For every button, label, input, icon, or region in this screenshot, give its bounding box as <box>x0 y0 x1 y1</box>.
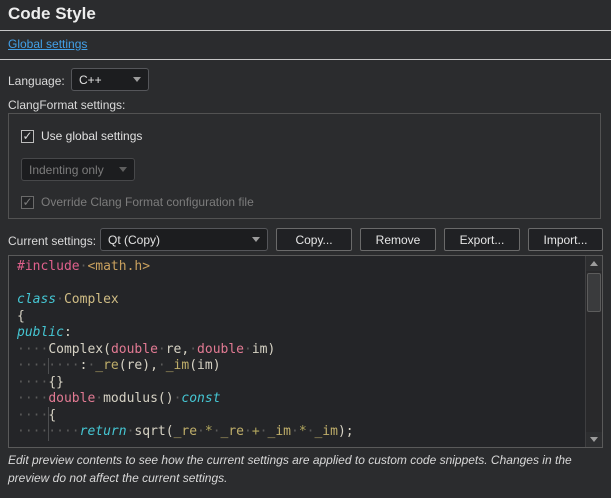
link-divider <box>0 59 611 60</box>
vertical-scrollbar[interactable] <box>585 256 602 447</box>
current-settings-value: Qt (Copy) <box>108 233 160 247</box>
code-line: #include·<math.h> <box>17 259 585 276</box>
code-token: ···· <box>17 408 48 423</box>
scrollbar-thumb[interactable] <box>587 273 601 312</box>
code-line: ········:·_re(re),·_im(im) <box>17 358 585 375</box>
code-token: · <box>244 424 252 439</box>
indent-guide <box>48 407 49 441</box>
checkbox-checked-icon: ✓ <box>21 130 34 143</box>
code-token: · <box>197 424 205 439</box>
code-editor-content[interactable]: #include·<math.h>class·Complex{public:··… <box>9 256 585 447</box>
code-style-settings-page: Code Style Global settings Language: C++… <box>0 0 611 498</box>
code-token: : <box>64 325 72 340</box>
code-token: (im) <box>189 358 220 373</box>
code-token: ···· <box>17 391 48 406</box>
checkbox-checked-icon: ✓ <box>21 196 34 209</box>
code-token: return <box>80 424 127 439</box>
code-token: double <box>197 342 244 357</box>
code-token: const <box>181 391 220 406</box>
code-token: _im <box>314 424 337 439</box>
code-token: <math.h> <box>87 259 150 274</box>
code-token: Complex <box>64 292 119 307</box>
override-clangformat-label: Override Clang Format configuration file <box>41 195 254 209</box>
code-token: modulus() <box>103 391 173 406</box>
code-token: (re), <box>119 358 158 373</box>
code-line: public: <box>17 325 585 342</box>
code-token: · <box>260 424 268 439</box>
code-token: + <box>252 424 260 439</box>
code-token: · <box>95 391 103 406</box>
code-line <box>17 276 585 293</box>
override-clangformat-checkbox[interactable]: ✓ Override Clang Format configuration fi… <box>21 195 254 209</box>
chevron-down-icon <box>133 77 141 82</box>
clangformat-groupbox: ✓ Use global settings Indenting only ✓ O… <box>8 113 601 219</box>
code-token: _re <box>174 424 197 439</box>
chevron-down-icon <box>119 167 127 172</box>
code-token: · <box>213 424 221 439</box>
current-settings-combobox[interactable]: Qt (Copy) <box>100 228 268 251</box>
code-token: { <box>17 309 25 324</box>
code-token: · <box>244 342 252 357</box>
triangle-down-icon <box>590 437 598 442</box>
copy-button[interactable]: Copy... <box>276 228 352 251</box>
title-divider <box>0 30 611 31</box>
code-preview-editor[interactable]: #include·<math.h>class·Complex{public:··… <box>8 255 603 448</box>
code-line: class·Complex <box>17 292 585 309</box>
code-token: #include <box>17 259 80 274</box>
triangle-up-icon <box>590 261 598 266</box>
remove-button[interactable]: Remove <box>360 228 436 251</box>
code-token: class <box>17 292 56 307</box>
code-token: Complex( <box>48 342 111 357</box>
code-token: * <box>205 424 213 439</box>
code-token: _re <box>221 424 244 439</box>
scroll-down-button[interactable] <box>586 432 602 447</box>
code-token: · <box>189 342 197 357</box>
clangformat-group-label: ClangFormat settings: <box>8 98 125 112</box>
current-settings-label: Current settings: <box>8 234 96 248</box>
code-line: ········return·sqrt(_re·*·_re·+·_im·*·_i… <box>17 424 585 441</box>
code-token: _im <box>166 358 189 373</box>
code-token: ···· <box>17 375 48 390</box>
code-token: · <box>56 292 64 307</box>
code-line: ····Complex(double·re,·double·im) <box>17 342 585 359</box>
code-token: { <box>48 408 56 423</box>
language-label: Language: <box>8 74 65 88</box>
footer-note: Edit preview contents to see how the cur… <box>8 451 606 487</box>
code-line: ····{ <box>17 408 585 425</box>
code-token: ); <box>338 424 354 439</box>
code-token: _im <box>268 424 291 439</box>
code-token: public <box>17 325 64 340</box>
language-selected-value: C++ <box>79 73 102 87</box>
code-token: double <box>111 342 158 357</box>
clangformat-mode-value: Indenting only <box>29 163 104 177</box>
scroll-up-button[interactable] <box>586 256 602 271</box>
code-token: _re <box>95 358 118 373</box>
code-token: im) <box>252 342 275 357</box>
code-token: {} <box>48 375 64 390</box>
indent-guide <box>48 358 49 374</box>
code-token: · <box>291 424 299 439</box>
import-button[interactable]: Import... <box>528 228 603 251</box>
code-token: ···· <box>17 342 48 357</box>
code-token: re, <box>166 342 189 357</box>
code-token: * <box>299 424 307 439</box>
export-button[interactable]: Export... <box>444 228 520 251</box>
use-global-settings-checkbox[interactable]: ✓ Use global settings <box>21 129 142 143</box>
use-global-settings-label: Use global settings <box>41 129 142 143</box>
code-token: · <box>158 358 166 373</box>
global-settings-link[interactable]: Global settings <box>8 37 87 51</box>
code-line: { <box>17 309 585 326</box>
clangformat-mode-combobox[interactable]: Indenting only <box>21 158 135 181</box>
code-line: ····double·modulus()·const <box>17 391 585 408</box>
code-token: · <box>158 342 166 357</box>
language-combobox[interactable]: C++ <box>71 68 149 91</box>
code-token: double <box>48 391 95 406</box>
code-token: sqrt( <box>134 424 173 439</box>
page-title: Code Style <box>8 4 96 24</box>
code-line: ····{} <box>17 375 585 392</box>
chevron-down-icon <box>252 237 260 242</box>
